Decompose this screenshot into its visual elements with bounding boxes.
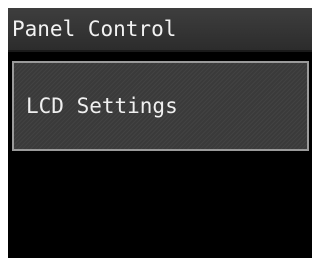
- lcd-screen: Panel Control LCD Settings: [8, 8, 312, 258]
- title-bar: Panel Control: [8, 8, 312, 52]
- page-title: Panel Control: [12, 17, 177, 41]
- lcd-settings-button[interactable]: LCD Settings: [12, 61, 309, 151]
- lcd-settings-label: LCD Settings: [26, 94, 178, 118]
